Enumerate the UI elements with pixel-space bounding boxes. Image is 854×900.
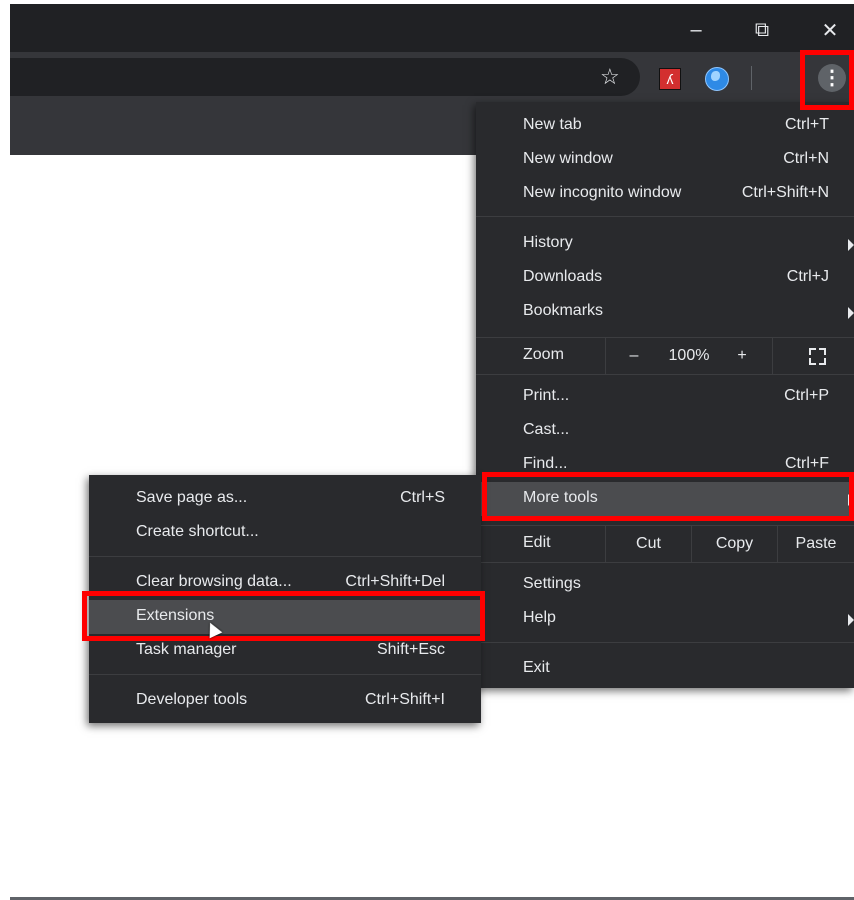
menu-item-label: Exit [523, 659, 550, 676]
menu-item-label: History [523, 234, 573, 251]
menu-item-label: New tab [523, 116, 582, 133]
copy-button[interactable]: Copy [692, 526, 777, 562]
edit-label: Edit [523, 534, 551, 551]
edit-row: Edit Cut Copy Paste [476, 525, 854, 563]
submenu-arrow-icon [848, 614, 854, 626]
zoom-label: Zoom [523, 346, 564, 363]
submenu-arrow-icon [848, 239, 854, 251]
menu-item-label: Bookmarks [523, 302, 604, 319]
title-bar: – ⧉ ✕ [10, 4, 854, 52]
zoom-in-button[interactable]: + [724, 338, 760, 374]
divider [772, 338, 773, 374]
extensions-highlight [82, 591, 485, 641]
shortcut-label: Shift+Esc [376, 641, 445, 658]
menu-separator [89, 556, 481, 557]
plus-icon: + [737, 347, 747, 364]
minimize-icon: – [690, 18, 702, 41]
divider [605, 338, 606, 374]
menu-item-label: Downloads [523, 268, 603, 285]
menu-item-cast[interactable]: Cast... [476, 414, 854, 448]
menu-item-save-page-as[interactable]: Save page as... Ctrl+S [89, 482, 481, 516]
zoom-row: Zoom – 100% + [476, 337, 854, 375]
menu-separator [476, 642, 854, 643]
shortcut-label: Ctrl+Shift+N [741, 184, 829, 201]
paste-button[interactable]: Paste [778, 526, 854, 562]
menu-item-label: Settings [523, 575, 581, 592]
menu-item-new-incognito-window[interactable]: New incognito window Ctrl+Shift+N [476, 177, 854, 211]
menu-item-label: Find... [523, 455, 568, 472]
menu-item-label: New window [523, 150, 613, 167]
fullscreen-icon[interactable] [809, 348, 826, 365]
toolbar: ☆ ʎ ⋮ [10, 52, 854, 102]
cut-button[interactable]: Cut [606, 526, 691, 562]
minimize-button[interactable]: – [666, 8, 726, 52]
bookmark-star-icon[interactable]: ☆ [600, 65, 620, 89]
menu-item-help[interactable]: Help [476, 602, 854, 636]
shortcut-label: Ctrl+Shift+I [364, 691, 445, 708]
menu-item-exit[interactable]: Exit [476, 652, 854, 686]
menu-item-label: Save page as... [136, 489, 248, 506]
menu-separator [89, 674, 481, 675]
shortcut-label: Ctrl+S [400, 489, 445, 506]
shortcut-label: Ctrl+Shift+Del [345, 573, 445, 590]
menu-item-label: Print... [523, 387, 570, 404]
menu-item-bookmarks[interactable]: Bookmarks [476, 295, 854, 329]
menu-item-downloads[interactable]: Downloads Ctrl+J [476, 261, 854, 295]
menu-item-new-tab[interactable]: New tab Ctrl+T [476, 109, 854, 143]
acrobat-extension-icon[interactable]: ʎ [659, 68, 681, 90]
menu-item-label: Clear browsing data... [136, 573, 292, 590]
shortcut-label: Ctrl+T [785, 116, 829, 133]
close-icon: ✕ [821, 19, 839, 42]
menu-button-highlight [800, 50, 854, 110]
chrome-main-menu: New tab Ctrl+T New window Ctrl+N New inc… [476, 102, 854, 688]
menu-item-history[interactable]: History [476, 227, 854, 261]
menu-item-settings[interactable]: Settings [476, 568, 854, 602]
menu-item-developer-tools[interactable]: Developer tools Ctrl+Shift+I [89, 684, 481, 718]
shortcut-label: Ctrl+F [785, 455, 829, 472]
zoom-out-button[interactable]: – [616, 338, 652, 374]
toolbar-divider [751, 66, 752, 90]
globe-extension-icon[interactable] [705, 67, 729, 91]
zoom-level: 100% [668, 347, 710, 364]
restore-button[interactable]: ⧉ [732, 8, 792, 52]
shortcut-label: Ctrl+N [783, 150, 829, 167]
submenu-arrow-icon [848, 307, 854, 319]
menu-item-new-window[interactable]: New window Ctrl+N [476, 143, 854, 177]
menu-item-label: Task manager [136, 641, 237, 658]
menu-item-label: Cast... [523, 421, 570, 438]
shortcut-label: Ctrl+P [784, 387, 829, 404]
menu-item-label: Create shortcut... [136, 523, 259, 540]
menu-separator [476, 216, 854, 217]
page-margin [0, 0, 10, 900]
minus-icon: – [629, 347, 639, 364]
close-window-button[interactable]: ✕ [800, 8, 854, 52]
more-tools-highlight [482, 472, 854, 521]
menu-item-label: Help [523, 609, 556, 626]
menu-item-print[interactable]: Print... Ctrl+P [476, 380, 854, 414]
shortcut-label: Ctrl+J [786, 268, 829, 285]
menu-item-create-shortcut[interactable]: Create shortcut... [89, 516, 481, 550]
restore-icon: ⧉ [754, 18, 770, 41]
menu-item-label: New incognito window [523, 184, 682, 201]
menu-item-label: Developer tools [136, 691, 248, 708]
address-bar[interactable] [10, 58, 640, 96]
